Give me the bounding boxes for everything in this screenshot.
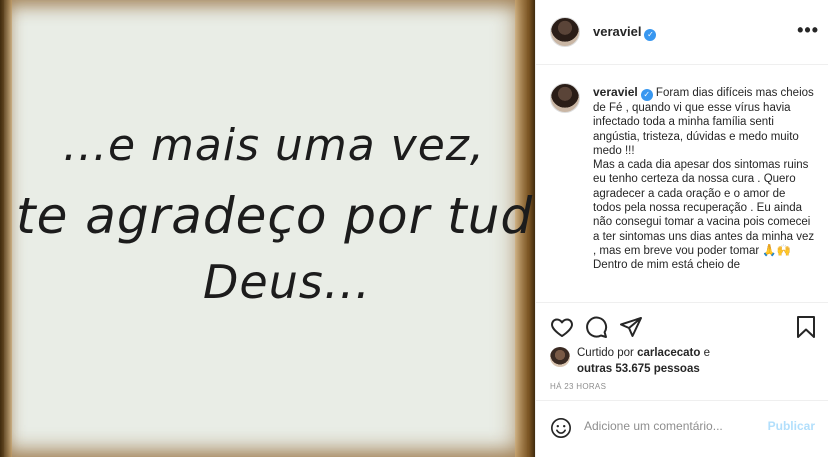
bookmark-icon[interactable] xyxy=(794,315,818,339)
actions-section: Curtido por carlacecato e outras 53.675 … xyxy=(536,302,828,452)
comment-input[interactable] xyxy=(584,415,754,437)
caption-username[interactable]: veraviel ✓ xyxy=(593,85,653,101)
image-text-line-3: Deus... xyxy=(203,255,371,309)
post-image[interactable]: ...e mais uma vez, te agradeço por tudo … xyxy=(0,0,535,457)
liker-avatar[interactable] xyxy=(550,347,570,367)
heart-icon[interactable] xyxy=(550,315,574,339)
emoji-icon[interactable] xyxy=(550,417,572,439)
publish-button[interactable]: Publicar xyxy=(768,419,815,433)
post-header: veraviel ✓ ••• xyxy=(536,0,828,65)
author-username[interactable]: veraviel ✓ xyxy=(593,24,657,41)
liked-by-and: e xyxy=(703,347,710,359)
author-avatar[interactable] xyxy=(550,17,580,47)
liker-username[interactable]: carlacecato xyxy=(637,347,700,359)
caption-avatar[interactable] xyxy=(550,83,580,113)
liked-by-prefix: Curtido por xyxy=(577,347,634,359)
verified-icon: ✓ xyxy=(640,89,653,101)
caption: veraviel ✓ Foram dias difíceis mas cheios… xyxy=(593,85,815,273)
likes-count[interactable]: outras 53.675 pessoas xyxy=(577,363,700,375)
image-text-line-1: ...e mais uma vez, xyxy=(63,120,485,171)
post-side-panel: veraviel ✓ ••• veraviel ✓ Foram dias difíc… xyxy=(535,0,828,457)
share-icon[interactable] xyxy=(619,315,643,339)
comment-icon[interactable] xyxy=(584,315,608,339)
verified-icon: ✓ xyxy=(644,29,657,41)
post-timestamp[interactable]: HÁ 23 HORAS xyxy=(550,382,606,391)
caption-text: Foram dias difíceis mas cheios de Fé , q… xyxy=(593,87,815,272)
more-icon[interactable]: ••• xyxy=(797,20,819,41)
burnt-edge-left xyxy=(0,0,12,457)
comment-bar: Publicar xyxy=(536,400,828,453)
caption-area: veraviel ✓ Foram dias difíceis mas cheios… xyxy=(536,66,828,302)
image-text-line-2: te agradeço por tudo xyxy=(16,187,535,245)
